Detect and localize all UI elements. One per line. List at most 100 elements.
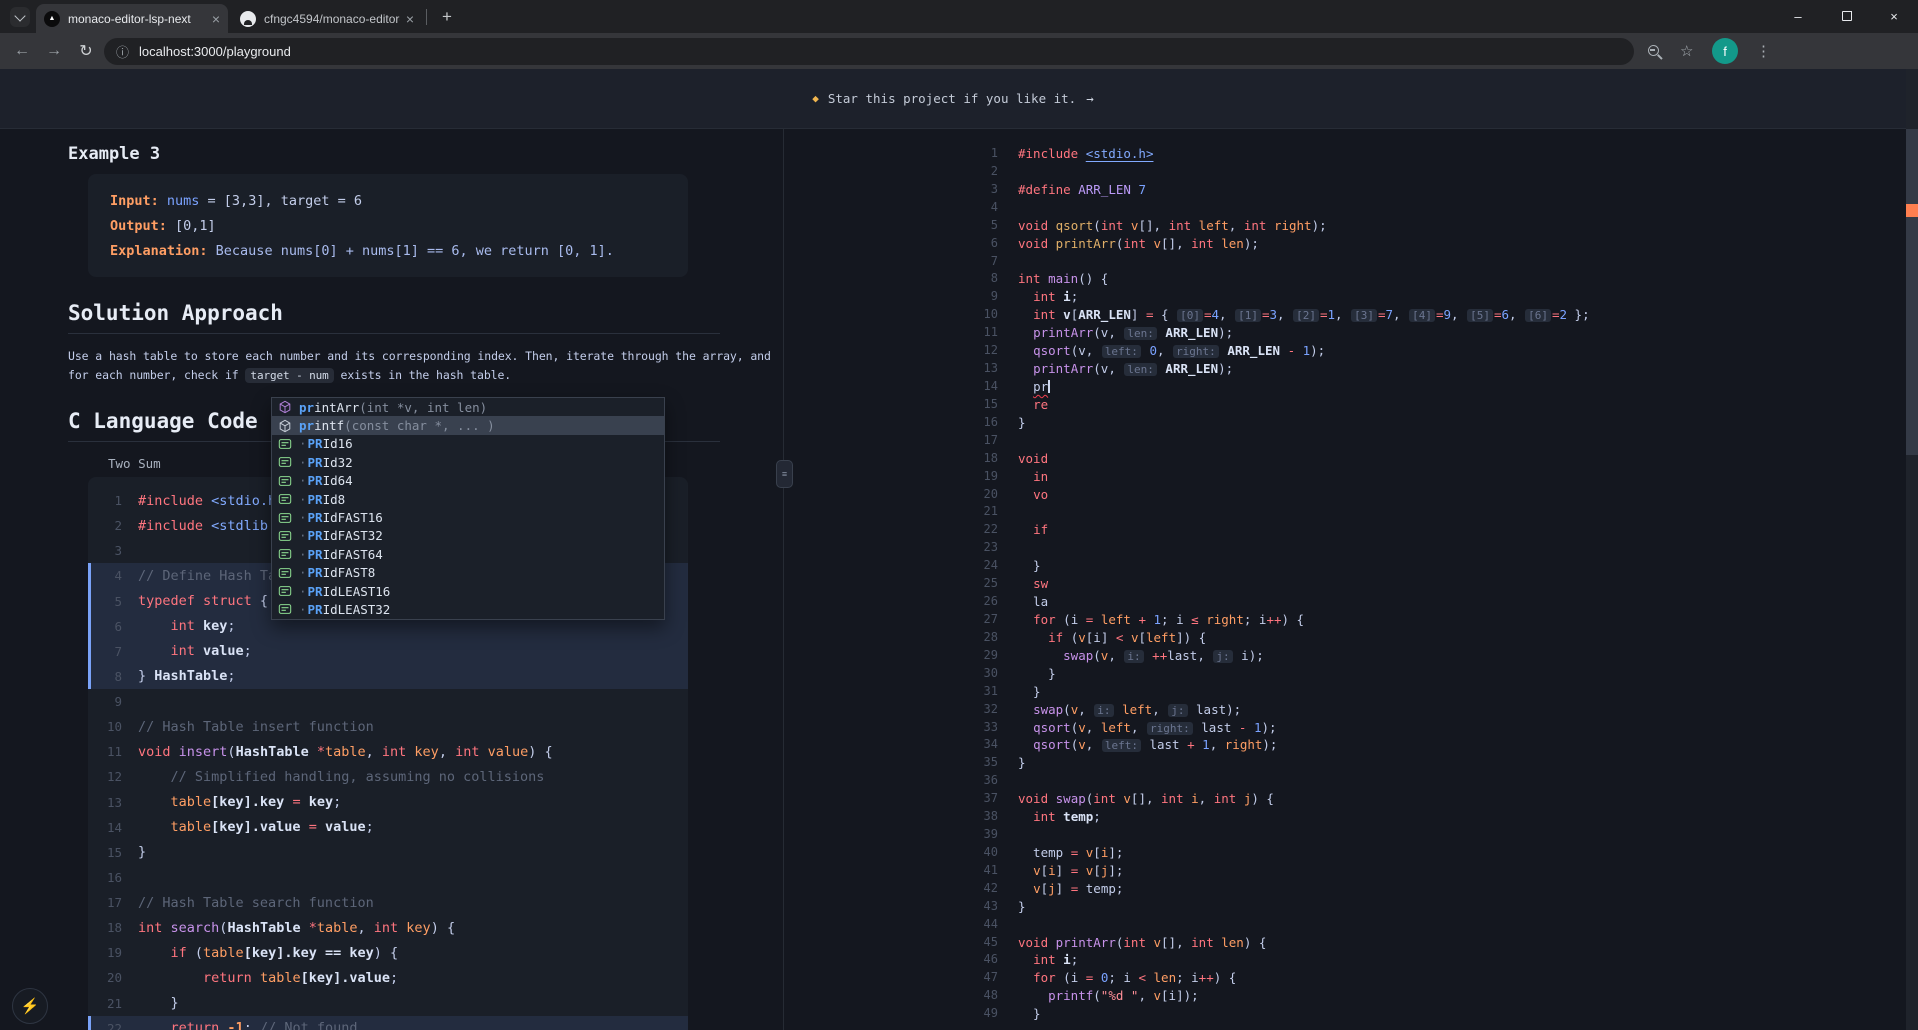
suggest-item[interactable]: printArr(int *v, int len) bbox=[272, 398, 664, 416]
editor-line[interactable]: 41 v[i] = v[j]; bbox=[784, 862, 1906, 880]
editor-line[interactable]: 14 pr bbox=[784, 378, 1906, 396]
editor-line[interactable]: 25 sw bbox=[784, 575, 1906, 593]
new-tab-button[interactable]: + bbox=[436, 6, 458, 28]
code-token: , bbox=[1086, 720, 1101, 735]
editor-line[interactable]: 16} bbox=[784, 414, 1906, 432]
back-button[interactable]: ← bbox=[8, 33, 36, 69]
code-token: #include bbox=[138, 518, 211, 534]
site-info-icon[interactable]: ⓘ bbox=[116, 42, 129, 61]
close-window-button[interactable]: × bbox=[1870, 0, 1918, 33]
editor-line[interactable]: 29 swap(v, i: ++last, j: i); bbox=[784, 647, 1906, 665]
editor-line[interactable]: 30 } bbox=[784, 665, 1906, 683]
sparkle-icon: ◆ bbox=[812, 92, 819, 105]
editor-line[interactable]: 22 if bbox=[784, 521, 1906, 539]
editor-line[interactable]: 46 int i; bbox=[784, 951, 1906, 969]
promo-banner[interactable]: ◆ Star this project if you like it. → bbox=[0, 69, 1906, 129]
editor-line[interactable]: 3#define ARR_LEN 7 bbox=[784, 181, 1906, 199]
lightning-fab-button[interactable]: ⚡ bbox=[12, 988, 48, 1024]
code-token: } bbox=[1018, 1006, 1041, 1021]
editor-line[interactable]: 49 } bbox=[784, 1005, 1906, 1023]
code-token: ); bbox=[1312, 218, 1327, 233]
menu-kebab-icon[interactable]: ⋮ bbox=[1756, 33, 1771, 69]
editor-line[interactable]: 33 qsort(v, left, right: last - 1); bbox=[784, 719, 1906, 737]
editor-line[interactable]: 23 bbox=[784, 539, 1906, 557]
editor-line-number: 4 bbox=[784, 199, 998, 217]
editor-line[interactable]: 1#include <stdio.h> bbox=[784, 145, 1906, 163]
editor-line[interactable]: 24 } bbox=[784, 557, 1906, 575]
editor-line[interactable]: 37void swap(int v[], int i, int j) { bbox=[784, 790, 1906, 808]
editor-line[interactable]: 36 bbox=[784, 772, 1906, 790]
editor-line[interactable]: 39 bbox=[784, 826, 1906, 844]
suggest-item[interactable]: ·PRId64 bbox=[272, 472, 664, 490]
tab-search-button[interactable] bbox=[10, 7, 30, 27]
editor-line[interactable]: 42 v[j] = temp; bbox=[784, 880, 1906, 898]
editor-line[interactable]: 2 bbox=[784, 163, 1906, 181]
editor-line[interactable]: 18void bbox=[784, 450, 1906, 468]
editor-line[interactable]: 19 in bbox=[784, 468, 1906, 486]
code-token bbox=[1123, 630, 1131, 645]
tab-monaco-editor-lsp-next[interactable]: ▲ monaco-editor-lsp-next × bbox=[36, 4, 228, 33]
line-number: 15 bbox=[88, 845, 122, 860]
editor-line[interactable]: 15 re bbox=[784, 396, 1906, 414]
maximize-button[interactable] bbox=[1822, 0, 1870, 33]
code-token: ) { bbox=[1214, 970, 1237, 985]
editor-line[interactable]: 40 temp = v[i]; bbox=[784, 844, 1906, 862]
code-editor[interactable]: 1#include <stdio.h>23#define ARR_LEN 745… bbox=[784, 128, 1906, 1030]
include-link[interactable]: <stdio.h> bbox=[1086, 146, 1154, 161]
code-token: swap bbox=[1033, 702, 1063, 717]
suggest-item[interactable]: ·PRIdLEAST32 bbox=[272, 600, 664, 618]
editor-line[interactable]: 6void printArr(int v[], int len); bbox=[784, 235, 1906, 253]
editor-line[interactable]: 35} bbox=[784, 754, 1906, 772]
editor-line[interactable]: 20 vo bbox=[784, 486, 1906, 504]
suggest-item[interactable]: ·PRIdFAST16 bbox=[272, 508, 664, 526]
editor-line[interactable]: 28 if (v[i] < v[left]) { bbox=[784, 629, 1906, 647]
tab-github-repo[interactable]: cfngc4594/monaco-editor-ls × bbox=[232, 4, 422, 33]
page-scrollbar[interactable] bbox=[1906, 69, 1918, 1030]
close-tab-icon[interactable]: × bbox=[212, 12, 220, 26]
editor-line[interactable]: 32 swap(v, i: left, j: last); bbox=[784, 701, 1906, 719]
editor-line[interactable]: 38 int temp; bbox=[784, 808, 1906, 826]
editor-line[interactable]: 13 printArr(v, len: ARR_LEN); bbox=[784, 360, 1906, 378]
bookmark-star-icon[interactable]: ☆ bbox=[1680, 33, 1693, 69]
editor-line[interactable]: 47 for (i = 0; i < len; i++) { bbox=[784, 969, 1906, 987]
suggest-item[interactable]: ·PRId16 bbox=[272, 435, 664, 453]
editor-line[interactable]: 7 bbox=[784, 253, 1906, 271]
suggest-item[interactable]: ·PRIdFAST64 bbox=[272, 545, 664, 563]
editor-line[interactable]: 17 bbox=[784, 432, 1906, 450]
editor-line[interactable]: 21 bbox=[784, 503, 1906, 521]
editor-line[interactable]: 26 la bbox=[784, 593, 1906, 611]
editor-line[interactable]: 27 for (i = left + 1; i ≤ right; i++) { bbox=[784, 611, 1906, 629]
suggest-item[interactable]: ·PRIdLEAST16 bbox=[272, 582, 664, 600]
text-symbol-icon bbox=[278, 436, 293, 451]
suggest-item[interactable]: ·PRIdFAST8 bbox=[272, 564, 664, 582]
editor-line[interactable]: 43} bbox=[784, 898, 1906, 916]
editor-line[interactable]: 8int main() { bbox=[784, 270, 1906, 288]
suggest-item[interactable]: printf(const char *, ... ) bbox=[272, 416, 664, 434]
code-token: search bbox=[171, 920, 220, 936]
editor-line[interactable]: 11 printArr(v, len: ARR_LEN); bbox=[784, 324, 1906, 342]
editor-line[interactable]: 9 int i; bbox=[784, 288, 1906, 306]
scrollbar-thumb[interactable] bbox=[1906, 129, 1918, 455]
editor-line[interactable]: 12 qsort(v, left: 0, right: ARR_LEN - 1)… bbox=[784, 342, 1906, 360]
code-token: , bbox=[1210, 737, 1225, 752]
reload-button[interactable]: ↻ bbox=[72, 33, 100, 69]
close-tab-icon[interactable]: × bbox=[406, 12, 414, 26]
forward-button[interactable]: → bbox=[40, 33, 68, 69]
address-bar[interactable]: ⓘ localhost:3000/playground bbox=[104, 38, 1634, 65]
suggest-item[interactable]: ·PRId32 bbox=[272, 453, 664, 471]
editor-line[interactable]: 45void printArr(int v[], int len) { bbox=[784, 934, 1906, 952]
editor-line[interactable]: 44 bbox=[784, 916, 1906, 934]
zoom-icon[interactable] bbox=[1648, 45, 1659, 56]
minimize-button[interactable]: – bbox=[1774, 0, 1822, 33]
editor-line[interactable]: 31 } bbox=[784, 683, 1906, 701]
editor-line[interactable]: 10 int v[ARR_LEN] = { [0]=4, [1]=3, [2]=… bbox=[784, 306, 1906, 324]
editor-line-number: 32 bbox=[784, 701, 998, 719]
suggest-item[interactable]: ·PRIdFAST32 bbox=[272, 527, 664, 545]
editor-line[interactable]: 48 printf("%d ", v[i]); bbox=[784, 987, 1906, 1005]
suggest-item[interactable]: ·PRId8 bbox=[272, 490, 664, 508]
editor-line[interactable]: 5void qsort(int v[], int left, int right… bbox=[784, 217, 1906, 235]
editor-line[interactable]: 4 bbox=[784, 199, 1906, 217]
avatar[interactable]: f bbox=[1712, 38, 1738, 64]
editor-line[interactable]: 34 qsort(v, left: last + 1, right); bbox=[784, 736, 1906, 754]
editor-line-number: 36 bbox=[784, 772, 998, 790]
